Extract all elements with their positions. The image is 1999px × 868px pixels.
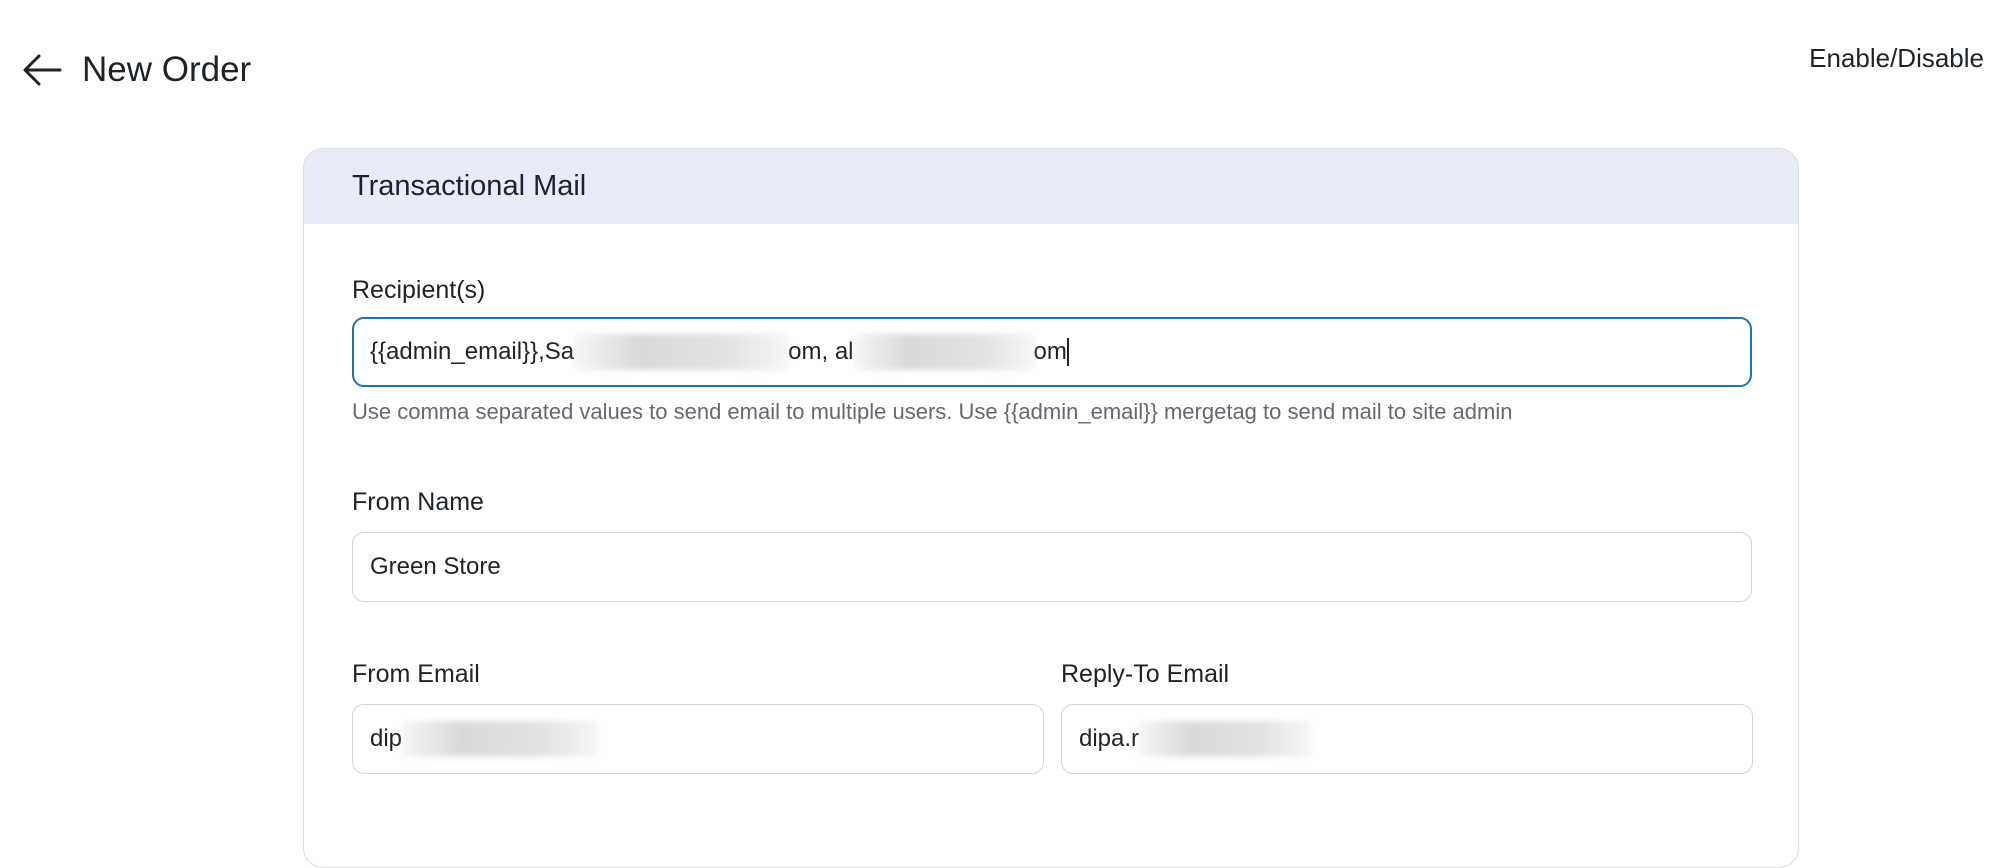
enable-disable-label[interactable]: Enable/Disable — [1809, 40, 1984, 76]
recipients-value-part2: om, al — [788, 338, 854, 365]
recipients-value-part3: om — [1033, 338, 1067, 365]
card-header: Transactional Mail — [304, 149, 1798, 224]
recipients-value: {{admin_email}},Sa om, al om — [370, 317, 1069, 387]
page-header: New Order Enable/Disable — [0, 0, 1999, 140]
recipients-label: Recipient(s) — [352, 276, 486, 304]
reply-to-email-value: dipa.r — [1079, 704, 1312, 774]
from-email-value: dip — [370, 704, 599, 774]
card-title: Transactional Mail — [352, 170, 587, 202]
recipients-help-text: Use comma separated values to send email… — [352, 399, 1513, 424]
page-title: New Order — [82, 50, 252, 89]
from-email-label: From Email — [352, 660, 480, 688]
text-caret — [1066, 338, 1069, 366]
redacted-blur — [402, 721, 599, 757]
reply-to-email-value-visible: dipa.r — [1079, 725, 1140, 752]
reply-to-email-label: Reply-To Email — [1061, 660, 1230, 688]
transactional-mail-card: Transactional Mail Recipient(s) {{admin_… — [303, 148, 1799, 868]
recipients-value-part1: {{admin_email}},Sa — [370, 338, 575, 365]
from-email-value-visible: dip — [370, 725, 403, 752]
redacted-blur — [574, 334, 789, 370]
arrow-left-icon — [23, 54, 62, 86]
from-name-input[interactable] — [352, 532, 1752, 602]
redacted-blur — [853, 334, 1034, 370]
from-name-value: Green Store — [370, 553, 501, 580]
redacted-blur — [1139, 721, 1312, 757]
from-name-label: From Name — [352, 488, 484, 516]
back-button[interactable] — [20, 48, 64, 92]
